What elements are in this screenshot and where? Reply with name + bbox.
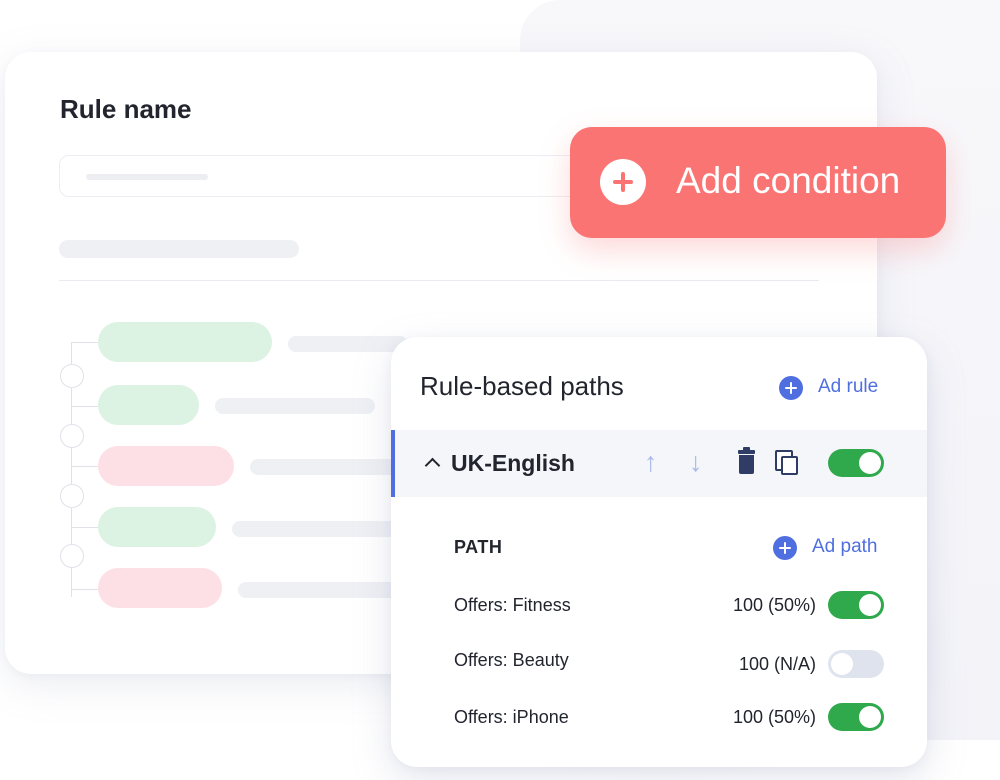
arrow-down-icon[interactable]: ↓	[689, 447, 703, 477]
trash-icon[interactable]	[738, 447, 755, 474]
add-condition-button[interactable]: Add condition	[570, 127, 946, 238]
path-toggle[interactable]	[828, 703, 884, 731]
group-toggle[interactable]	[828, 449, 884, 477]
add-rule-link[interactable]: Ad rule	[818, 376, 878, 398]
add-condition-label: Add condition	[676, 160, 901, 201]
add-path-link[interactable]: Ad path	[812, 536, 878, 558]
tree-branch	[72, 406, 98, 407]
toggle-knob	[831, 653, 853, 675]
toggle-knob	[859, 452, 881, 474]
toggle-knob	[859, 706, 881, 728]
add-path-icon[interactable]	[773, 536, 797, 560]
skeleton-line	[59, 240, 299, 258]
path-toggle[interactable]	[828, 591, 884, 619]
path-value: 100 (50%)	[732, 595, 816, 615]
rule-name-input[interactable]	[59, 155, 621, 197]
tree-node	[60, 364, 84, 388]
add-rule-icon[interactable]	[779, 376, 803, 400]
toggle-knob	[859, 594, 881, 616]
skeleton-bar	[250, 459, 400, 475]
condition-pill	[98, 568, 222, 608]
rule-name-label: Rule name	[60, 94, 192, 124]
tree-branch	[72, 527, 98, 528]
path-toggle[interactable]	[828, 650, 884, 678]
panel-title: Rule-based paths	[420, 371, 624, 401]
condition-pill	[98, 507, 216, 547]
condition-pill	[98, 385, 199, 425]
plus-circle-icon	[600, 159, 646, 205]
path-value: 100 (N/A)	[738, 654, 816, 674]
tree-branch	[72, 342, 98, 343]
path-name: Offers: iPhone	[454, 707, 569, 727]
group-label: UK-English	[451, 450, 575, 476]
chevron-up-icon[interactable]	[424, 457, 441, 474]
tree-branch	[72, 589, 98, 590]
input-placeholder-skeleton	[86, 174, 208, 180]
condition-pill	[98, 322, 272, 362]
skeleton-bar	[215, 398, 375, 414]
skeleton-bar	[288, 336, 408, 352]
tree-node	[60, 544, 84, 568]
skeleton-bar	[238, 582, 398, 598]
copy-icon[interactable]	[775, 450, 798, 475]
path-name: Offers: Beauty	[454, 650, 569, 670]
tree-node	[60, 484, 84, 508]
tree-node	[60, 424, 84, 448]
divider	[59, 280, 819, 281]
path-group-row[interactable]: UK-English ↑ ↓	[391, 430, 927, 497]
tree-branch	[72, 466, 98, 467]
skeleton-bar	[232, 521, 402, 537]
condition-pill	[98, 446, 234, 486]
arrow-up-icon[interactable]: ↑	[644, 447, 658, 477]
path-name: Offers: Fitness	[454, 595, 571, 615]
rule-based-paths-card: Rule-based paths Ad rule UK-English ↑ ↓ …	[391, 337, 927, 767]
path-value: 100 (50%)	[732, 707, 816, 727]
path-column-header: PATH	[454, 537, 503, 557]
